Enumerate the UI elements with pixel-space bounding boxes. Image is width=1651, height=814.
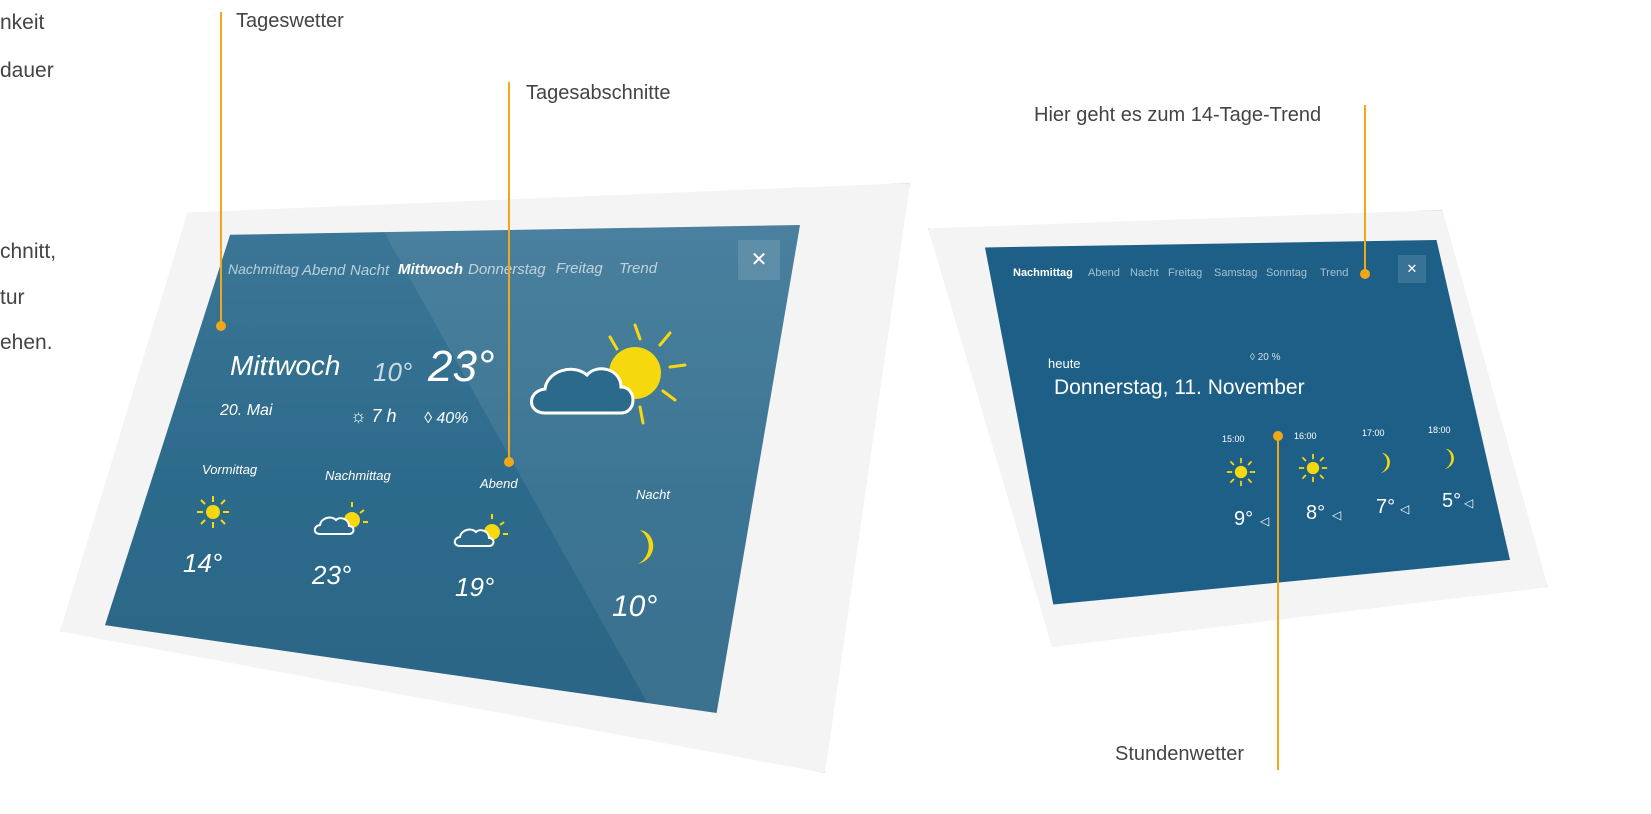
day-name: Mittwoch [230, 350, 341, 381]
hour-temp-3: 7° [1376, 496, 1396, 518]
stundenwetter-label: Stundenwetter [1115, 743, 1244, 765]
tab-mittwoch[interactable]: Mittwoch [398, 261, 463, 278]
day-date: 20. Mai [220, 402, 273, 419]
tab-donnerstag[interactable]: Donnerstag [468, 261, 546, 278]
trend-callout-line [1364, 105, 1366, 275]
moon-icon [1444, 448, 1454, 470]
tab-nacht[interactable]: Nacht [1130, 267, 1159, 279]
tageswetter-callout-dot [216, 321, 226, 331]
tab-nachmittag[interactable]: Nachmittag [1013, 267, 1073, 279]
tageswetter-callout-line [220, 12, 222, 326]
cloud-sun-icon [453, 514, 508, 547]
stundenwetter-callout-line [1277, 436, 1279, 770]
period-label-2: Nachmittag [325, 468, 391, 483]
tagesabschnitte-callout-dot [504, 457, 514, 467]
cut-text-line-1: nkeit [0, 11, 45, 34]
cut-text-line-3: chnitt, [0, 240, 57, 263]
cut-text-line-2: dauer [0, 59, 54, 82]
period-temp-4: 10° [612, 590, 658, 623]
tab-abend[interactable]: Abend [1088, 267, 1120, 279]
close-button[interactable]: ✕ [738, 240, 780, 280]
wind-arrow-icon: ◁ [1260, 514, 1270, 528]
moon-icon [1380, 452, 1390, 474]
period-temp-3: 19° [455, 572, 495, 602]
stundenwetter-callout-dot [1273, 431, 1283, 441]
cloud-sun-icon [313, 502, 368, 535]
wind-arrow-icon: ◁ [1400, 502, 1410, 516]
temp-high: 23° [428, 342, 495, 391]
tab-sonntag[interactable]: Sonntag [1266, 267, 1307, 279]
tagesabschnitte-callout-line [508, 82, 510, 462]
hour-time-1: 15:00 [1222, 434, 1245, 444]
cut-text-line-5: ehen. [0, 331, 53, 354]
hour-time-3: 17:00 [1362, 428, 1385, 438]
tab-freitag[interactable]: Freitag [1168, 267, 1202, 279]
tab-nacht[interactable]: Nacht [350, 262, 389, 279]
cloud-sun-icon [530, 323, 687, 425]
wind-arrow-icon: ◁ [1464, 496, 1474, 510]
close-button[interactable]: ✕ [1398, 255, 1426, 283]
tagesabschnitte-label: Tagesabschnitte [526, 82, 671, 104]
rain-probability: ◊ 40% [424, 410, 469, 427]
tab-trend[interactable]: Trend [619, 260, 657, 277]
wind-arrow-icon: ◁ [1332, 508, 1342, 522]
trend-label: Hier geht es zum 14-Tage-Trend [1034, 104, 1322, 126]
today-label: heute [1048, 356, 1081, 371]
hour-time-4: 18:00 [1428, 425, 1451, 435]
temp-low: 10° [373, 357, 413, 387]
tab-freitag[interactable]: Freitag [556, 260, 603, 277]
sun-hours: ☼ 7 h [350, 406, 397, 426]
hour-temp-2: 8° [1306, 502, 1326, 524]
date-title: Donnerstag, 11. November [1054, 376, 1305, 399]
period-temp-2: 23° [312, 560, 352, 590]
tab-abend[interactable]: Abend [302, 262, 345, 279]
period-temp-1: 14° [183, 548, 223, 578]
period-label-4: Nacht [636, 487, 670, 502]
sun-icon [197, 496, 229, 528]
hour-time-2: 16:00 [1294, 431, 1317, 441]
sun-icon [1298, 453, 1328, 483]
hour-temp-4: 5° [1442, 490, 1462, 512]
tageswetter-label: Tageswetter [236, 10, 344, 32]
moon-icon [638, 530, 654, 564]
tab-nachmittag[interactable]: Nachmittag [228, 261, 299, 277]
period-label-3: Abend [480, 476, 518, 491]
trend-callout-dot [1360, 269, 1370, 279]
tab-samstag[interactable]: Samstag [1214, 267, 1257, 279]
cut-text-line-4: tur [0, 286, 25, 309]
hour-temp-1: 9° [1234, 508, 1254, 530]
sun-icon [1226, 457, 1256, 487]
tab-trend[interactable]: Trend [1320, 267, 1348, 279]
period-label-1: Vormittag [202, 462, 258, 477]
rain-probability: ◊ 20 % [1250, 352, 1281, 363]
